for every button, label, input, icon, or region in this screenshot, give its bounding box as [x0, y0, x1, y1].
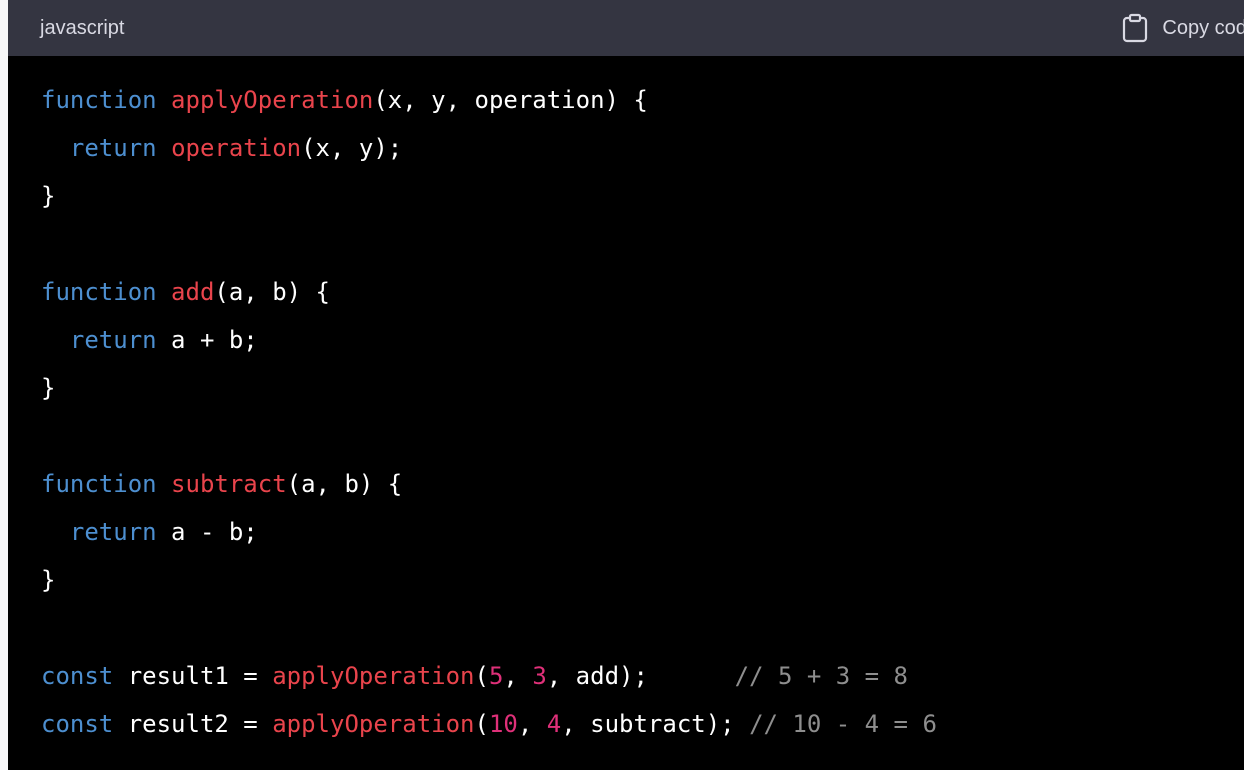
code-line: return a - b; — [41, 508, 1244, 556]
keyword-token: function — [41, 470, 157, 498]
language-label: javascript — [40, 16, 125, 39]
keyword-token: const — [41, 710, 114, 738]
plain-token: } — [41, 374, 56, 402]
plain-token: result2 = — [113, 710, 273, 738]
plain-token: (a, b) { — [286, 470, 403, 498]
function-token: operation — [171, 134, 302, 162]
keyword-token: function — [41, 278, 157, 306]
plain-token: (x, y); — [301, 134, 403, 162]
number-token: 4 — [546, 710, 562, 738]
plain-token: , add); — [546, 662, 735, 690]
function-token: applyOperation — [171, 86, 374, 114]
copy-code-label: Copy code — [1162, 16, 1244, 39]
code-line: } — [41, 364, 1244, 412]
keyword-token: return — [69, 518, 157, 546]
code-line: function applyOperation(x, y, operation)… — [41, 76, 1244, 124]
code-line: } — [41, 556, 1244, 604]
function-token: add — [171, 278, 215, 306]
plain-token: result1 = — [113, 662, 273, 690]
number-token: 3 — [532, 662, 547, 690]
code-line: return operation(x, y); — [41, 124, 1244, 172]
plain-token: (x, y, operation) { — [373, 86, 648, 114]
comment-token: // 10 - 4 = 6 — [749, 710, 937, 738]
number-token: 10 — [488, 710, 518, 738]
plain-token: a - b; — [156, 518, 258, 546]
plain-token: a + b; — [156, 326, 258, 354]
plain-token: } — [41, 566, 56, 594]
code-line: return a + b; — [41, 316, 1244, 364]
code-line: } — [41, 172, 1244, 220]
keyword-token: return — [69, 326, 157, 354]
keyword-token: const — [41, 662, 114, 690]
plain-token: , — [503, 662, 533, 690]
code-block: javascript Copy code function applyOpera… — [8, 0, 1244, 770]
code-line: function add(a, b) { — [41, 268, 1244, 316]
function-token: subtract — [171, 470, 287, 498]
code-line: const result2 = applyOperation(10, 4, su… — [41, 700, 1244, 748]
comment-token: // 5 + 3 = 8 — [734, 662, 908, 690]
keyword-token: return — [69, 134, 157, 162]
plain-token: } — [41, 182, 56, 210]
code-header: javascript Copy code — [8, 0, 1244, 56]
plain-token: ( — [474, 710, 489, 738]
number-token: 5 — [488, 662, 504, 690]
copy-code-button[interactable]: Copy code — [1122, 13, 1244, 43]
function-token: applyOperation — [272, 710, 475, 738]
keyword-token: function — [41, 86, 157, 114]
plain-token: ( — [474, 662, 489, 690]
code-line: const result1 = applyOperation(5, 3, add… — [41, 652, 1244, 700]
code-line: function subtract(a, b) { — [41, 460, 1244, 508]
code-body: function applyOperation(x, y, operation)… — [8, 56, 1244, 748]
function-token: applyOperation — [272, 662, 475, 690]
plain-token: (a, b) { — [214, 278, 330, 306]
plain-token: , — [517, 710, 547, 738]
plain-token: , subtract); — [561, 710, 750, 738]
clipboard-icon — [1122, 13, 1148, 43]
